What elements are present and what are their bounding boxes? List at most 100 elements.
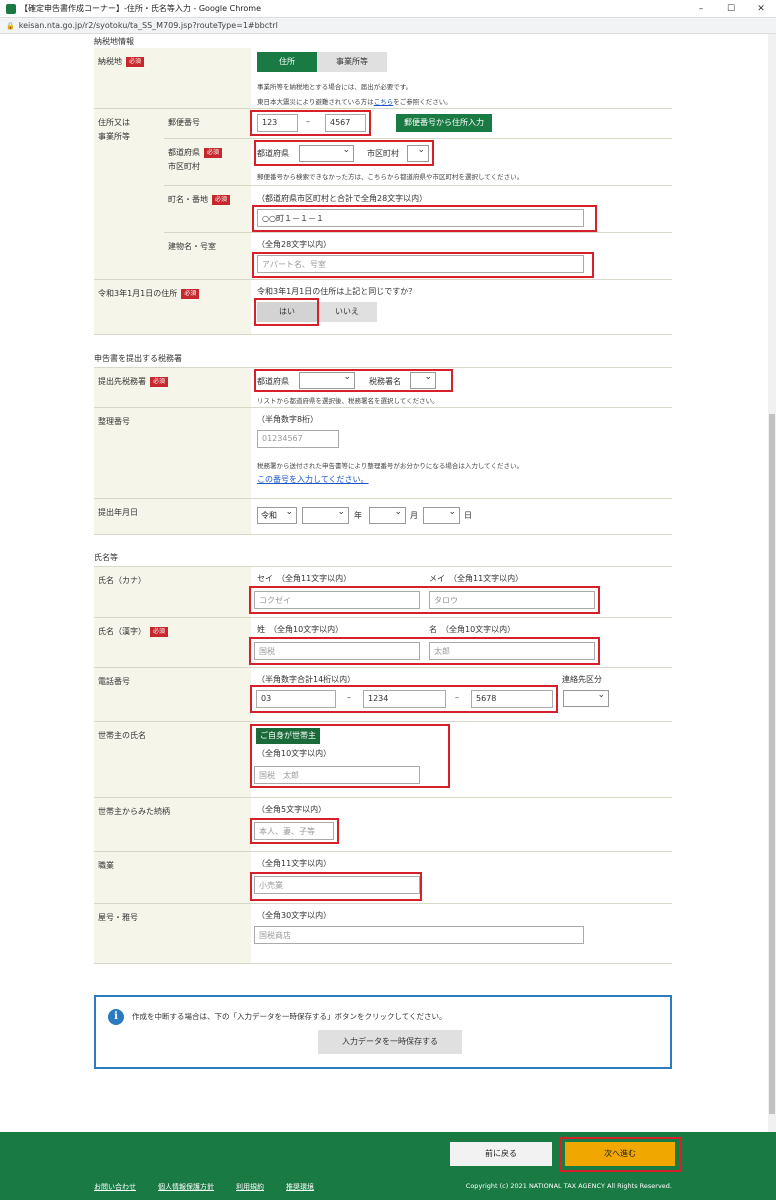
close-icon[interactable]: ✕ — [746, 0, 776, 18]
prev-address-no-button[interactable]: いいえ — [317, 302, 377, 322]
row-ref-number: 整理番号 （半角数字8桁） 01234567 税務署から送付された申告書等により… — [94, 408, 672, 499]
url-text[interactable]: keisan.nta.go.jp/r2/syotoku/ta_SS_M709.j… — [19, 21, 278, 30]
maximize-icon[interactable]: ☐ — [716, 0, 746, 18]
highlight-postal — [250, 110, 371, 136]
refugee-link[interactable]: こちら — [374, 98, 394, 106]
highlight-householder — [250, 724, 450, 788]
row-postal: 郵便番号 123 – 4567 郵便番号から住所入力 — [164, 109, 672, 139]
back-button[interactable]: 前に戻る — [450, 1142, 552, 1166]
label-householder: 世帯主の氏名 — [94, 722, 251, 797]
highlight-building — [252, 252, 594, 278]
highlight-relation — [250, 818, 339, 844]
window-controls: – ☐ ✕ — [686, 0, 776, 18]
job-hint: （全角11文字以内） — [257, 859, 332, 868]
site-favicon-icon — [6, 3, 16, 14]
footer-links: お問い合わせ 個人情報保護方針 利用規約 推奨環境 — [94, 1182, 314, 1192]
month-suffix: 月 — [410, 511, 418, 520]
kana-sei-hint: セイ （全角11文字以内） — [257, 574, 352, 583]
label-address: 住所又は 事業所等 — [94, 109, 164, 279]
label-submit-date: 提出年月日 — [94, 499, 251, 534]
minimize-icon[interactable]: – — [686, 0, 716, 18]
era-select[interactable]: 令和 — [257, 507, 297, 524]
label-prev-address: 令和3年1月1日の住所 必須 — [94, 280, 251, 334]
label-tax-office: 提出先税務署 必須 — [94, 368, 251, 407]
ref-number-link[interactable]: この番号を入力してください。 — [257, 474, 369, 485]
window-titlebar: 【確定申告書作成コーナー】-住所・氏名等入力 - Google Chrome –… — [0, 0, 776, 18]
day-suffix: 日 — [464, 511, 472, 520]
row-job: 職業 （全角11文字以内） 小売業 — [94, 852, 672, 904]
row-pref-city: 都道府県必須市区町村 都道府県 市区町村 郵便番号から検索できなかった方は、こち… — [164, 139, 672, 186]
row-street: 町名・番地 必須 （都道府県市区町村と合計で全角28文字以内） ○○町１－１－１ — [164, 186, 672, 233]
row-tax-office: 提出先税務署必須 都道府県 税務署名 リストから都道府県を選択後、税務署名を選択… — [94, 367, 672, 408]
row-prev-address: 令和3年1月1日の住所 必須 令和3年1月1日の住所は上記と同じですか？ はい い… — [94, 280, 672, 335]
highlight-prev-yes — [254, 298, 319, 326]
month-select[interactable] — [369, 507, 406, 524]
row-kana: 氏名（カナ） セイ （全角11文字以内） メイ （全角11文字以内） コクゼイ … — [94, 566, 672, 618]
ref-number-input[interactable]: 01234567 — [257, 430, 339, 448]
year-suffix: 年 — [354, 511, 362, 520]
phone-type-select[interactable] — [563, 690, 609, 707]
label-postal: 郵便番号 — [164, 109, 251, 138]
label-relation: 世帯主からみた続柄 — [94, 798, 251, 851]
section-title-name: 氏名等 — [94, 553, 118, 562]
row-building: 建物名・号室 （全角28文字以内） アパート名、号室 — [164, 233, 672, 280]
section-title-tax-place: 納税地情報 — [94, 37, 134, 46]
tax-office-note: リストから都道府県を選択後、税務署名を選択してください。 — [257, 397, 439, 405]
footer-link-env[interactable]: 推奨環境 — [286, 1182, 314, 1192]
phone-hint: （半角数字合計14桁以内） — [257, 675, 356, 684]
save-info-message: 作成を中断する場合は、下の「入力データを一時保存する」ボタンをクリックしてくださ… — [132, 1012, 447, 1021]
prev-address-question: 令和3年1月1日の住所は上記と同じですか？ — [257, 287, 417, 296]
row-kanji: 氏名（漢字） 必須 姓 （全角10文字以内） 名 （全角10文字以内） 国税 太郎 — [94, 618, 672, 668]
label-tax-place: 納税地 必須 — [94, 48, 251, 108]
postal-lookup-button[interactable]: 郵便番号から住所入力 — [396, 114, 492, 132]
copyright: Copyright (c) 2021 NATIONAL TAX AGENCY A… — [465, 1182, 672, 1190]
label-trade-name: 屋号・雅号 — [94, 904, 251, 963]
footer-link-terms[interactable]: 利用規約 — [236, 1182, 264, 1192]
window-title: 【確定申告書作成コーナー】-住所・氏名等入力 - Google Chrome — [20, 4, 261, 13]
kanji-sei-hint: 姓 （全角10文字以内） — [257, 625, 344, 634]
label-ref-number: 整理番号 — [94, 408, 251, 498]
label-kanji: 氏名（漢字） 必須 — [94, 618, 251, 667]
ref-note: 税務署から送付された申告書等により整理番号がお分かりになる場合は入力してください… — [257, 462, 523, 470]
footer-link-privacy[interactable]: 個人情報保護方針 — [158, 1182, 214, 1192]
row-tax-place: 納税地 必須 住所 事業所等 事業所等を納税地とする場合には、届出が必要です。 東… — [94, 48, 672, 109]
tax-place-note2: 東日本大震災により避難されている方はこちらをご参照ください。 — [257, 98, 452, 106]
kana-mei-hint: メイ （全角11文字以内） — [429, 574, 524, 583]
footer: 前に戻る 次へ進む お問い合わせ 個人情報保護方針 利用規約 推奨環境 Copy… — [0, 1132, 776, 1200]
street-hint: （都道府県市区町村と合計で全角28文字以内） — [257, 194, 428, 203]
building-hint: （全角28文字以内） — [257, 240, 332, 249]
highlight-kana — [249, 586, 600, 614]
row-relation: 世帯主からみた続柄 （全角5文字以内） 本人、妻、子等 — [94, 798, 672, 852]
trade-hint: （全角30文字以内） — [257, 911, 332, 920]
relation-hint: （全角5文字以内） — [257, 805, 327, 814]
page-scrollbar[interactable] — [768, 34, 776, 1132]
trade-name-input[interactable]: 国税商店 — [254, 926, 584, 944]
tax-place-note1: 事業所等を納税地とする場合には、届出が必要です。 — [257, 83, 413, 91]
row-phone: 電話番号 （半角数字合計14桁以内） 連絡先区分 03 – 1234 – 567… — [94, 668, 672, 722]
label-pref-city: 都道府県 必須 市区町村 — [164, 139, 251, 185]
save-info-box: i 作成を中断する場合は、下の「入力データを一時保存する」ボタンをクリックしてく… — [94, 995, 672, 1069]
scrollbar-thumb[interactable] — [769, 414, 775, 1114]
tab-address[interactable]: 住所 — [257, 52, 317, 72]
lock-icon: 🔒 — [6, 21, 15, 30]
tab-office[interactable]: 事業所等 — [317, 52, 387, 72]
ref-hint: （半角数字8桁） — [257, 415, 319, 424]
row-householder: 世帯主の氏名 ご自身が世帯主 （全角10文字以内） 国税 太郎 — [94, 722, 672, 798]
label-building: 建物名・号室 — [164, 233, 251, 279]
phone-type-label: 連絡先区分 — [562, 675, 602, 684]
footer-link-contact[interactable]: お問い合わせ — [94, 1182, 136, 1192]
label-street: 町名・番地 必須 — [164, 186, 251, 232]
highlight-pref-city — [254, 140, 434, 166]
temp-save-button[interactable]: 入力データを一時保存する — [318, 1030, 462, 1054]
highlight-street — [252, 205, 597, 232]
day-select[interactable] — [423, 507, 460, 524]
year-select[interactable] — [302, 507, 349, 524]
pref-note: 郵便番号から検索できなかった方は、こちらから都道府県や市区町村を選択してください… — [257, 173, 524, 181]
highlight-kanji — [249, 637, 600, 665]
highlight-next — [560, 1137, 681, 1172]
section-title-tax-office: 申告書を提出する税務署 — [94, 354, 182, 363]
row-trade-name: 屋号・雅号 （全角30文字以内） 国税商店 — [94, 904, 672, 964]
address-bar[interactable]: 🔒 keisan.nta.go.jp/r2/syotoku/ta_SS_M709… — [0, 18, 776, 34]
label-phone: 電話番号 — [94, 668, 251, 721]
label-job: 職業 — [94, 852, 251, 903]
